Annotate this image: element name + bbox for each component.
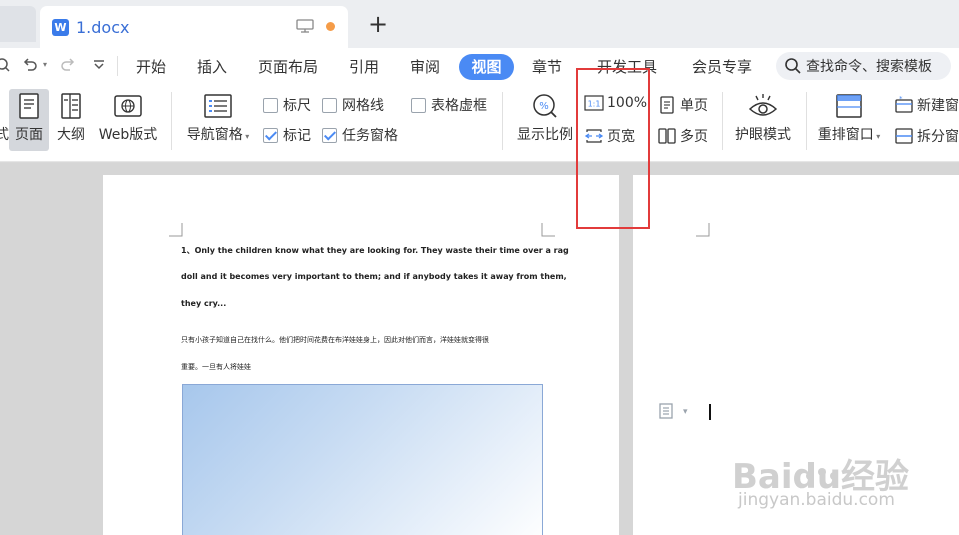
highlight-annotation [576, 68, 650, 229]
menu-divider [117, 56, 118, 76]
unsaved-dot-icon [326, 22, 335, 31]
multi-page-button[interactable]: 多页 [658, 126, 708, 146]
table-gridlines-checkbox[interactable]: 表格虚框 [411, 95, 487, 115]
gridlines-checkbox[interactable]: 网格线 [322, 95, 384, 115]
gridlines-label: 网格线 [342, 98, 384, 114]
read-mode-label: 式 [0, 127, 9, 143]
menu-sections[interactable]: 章节 [527, 54, 567, 80]
web-layout-icon [114, 95, 142, 117]
outline-icon [61, 93, 81, 119]
task-pane-checkbox-box[interactable] [322, 127, 337, 143]
marks-checkbox-box[interactable] [263, 127, 278, 143]
new-window-icon: * [895, 96, 913, 113]
new-tab-button[interactable]: + [366, 10, 390, 38]
menu-view[interactable]: 视图 [459, 54, 514, 80]
navigation-pane-icon [204, 94, 232, 118]
single-page-icon [660, 96, 674, 114]
ribbon-divider [502, 92, 503, 150]
margin-corner-mark [169, 223, 183, 237]
paragraph-english-line: 1、Only the children know what they are l… [181, 246, 569, 255]
new-window-label: 新建窗 [917, 98, 959, 114]
ruler-checkbox[interactable]: 标尺 [263, 95, 311, 115]
undo-icon[interactable] [22, 57, 38, 73]
split-window-label: 拆分窗 [917, 129, 959, 145]
zoom-label: 显示比例 [517, 127, 573, 143]
menu-insert[interactable]: 插入 [192, 54, 232, 80]
new-window-button[interactable]: * 新建窗 [894, 95, 959, 115]
view-ribbon: 式 页面 大纲 Web版式 导航窗格 ▾ 标尺 网格线 表格虚框 标记 任务窗格… [0, 84, 959, 162]
split-window-icon [895, 128, 913, 144]
eye-protection-button[interactable]: 护眼模式 [730, 92, 796, 144]
tab-bar: W 1.docx + [0, 0, 959, 48]
ruler-checkbox-box[interactable] [263, 97, 278, 113]
table-gridlines-label: 表格虚框 [431, 98, 487, 114]
search-icon [785, 58, 801, 74]
print-preview-icon[interactable] [0, 57, 10, 73]
document-tab-title: 1.docx [76, 17, 130, 37]
paragraph-format-icon[interactable] [658, 402, 676, 420]
split-window-button[interactable]: 拆分窗 [894, 126, 959, 146]
navigation-pane-button[interactable]: 导航窗格 ▾ [181, 92, 255, 144]
margin-corner-mark [541, 223, 555, 237]
single-page-label: 单页 [680, 98, 708, 114]
ribbon-divider [806, 92, 807, 150]
single-page-button[interactable]: 单页 [658, 95, 708, 115]
document-page-1[interactable]: 1、Only the children know what they are l… [103, 175, 619, 535]
text-cursor [709, 404, 711, 420]
marks-label: 标记 [283, 128, 311, 144]
page-view-label: 页面 [15, 127, 43, 143]
multi-page-icon [658, 128, 676, 144]
zoom-button[interactable]: % 显示比例 [513, 92, 577, 144]
svg-text:*: * [899, 96, 903, 103]
multi-page-label: 多页 [680, 129, 708, 145]
document-image[interactable] [182, 384, 543, 535]
ribbon-divider [722, 92, 723, 150]
watermark-url: jingyan.baidu.com [738, 490, 895, 510]
redo-icon[interactable] [60, 57, 76, 73]
gridlines-checkbox-box[interactable] [322, 97, 337, 113]
eye-protection-label: 护眼模式 [735, 127, 791, 143]
paragraph-chinese-line: 重要。一旦有人将娃娃 [181, 363, 251, 371]
customize-toolbar-icon[interactable] [92, 59, 106, 71]
paragraph-english-line: they cry... [181, 299, 227, 308]
monitor-icon[interactable] [296, 19, 314, 33]
navigation-pane-label: 导航窗格 ▾ [186, 127, 250, 143]
wps-writer-icon: W [52, 18, 69, 36]
rearrange-windows-icon [836, 94, 862, 118]
rearrange-windows-label: 重排窗口 ▾ [817, 127, 881, 143]
command-search-input[interactable]: 查找命令、搜索模板 [776, 52, 951, 80]
ribbon-divider [171, 92, 172, 150]
web-layout-button[interactable]: Web版式 [95, 92, 161, 144]
paragraph-dropdown-icon[interactable]: ▾ [683, 407, 688, 417]
rearrange-windows-button[interactable]: 重排窗口 ▾ [812, 92, 886, 144]
web-layout-label: Web版式 [98, 127, 158, 143]
menu-review[interactable]: 审阅 [405, 54, 445, 80]
page-view-button[interactable]: 页面 [9, 89, 49, 151]
menu-home[interactable]: 开始 [131, 54, 171, 80]
eye-icon [748, 94, 778, 116]
search-placeholder: 查找命令、搜索模板 [806, 59, 932, 75]
zoom-icon: % [533, 94, 557, 118]
menu-references[interactable]: 引用 [344, 54, 384, 80]
document-tab[interactable]: W 1.docx [40, 6, 348, 48]
ruler-label: 标尺 [283, 98, 311, 114]
outline-view-button[interactable]: 大纲 [54, 92, 88, 144]
margin-corner-mark [696, 223, 710, 237]
previous-tab[interactable] [0, 6, 36, 42]
svg-text:%: % [539, 101, 549, 112]
paragraph-chinese-line: 只有小孩子知道自己在找什么。他们把时间花费在布洋娃娃身上，因此对他们而言，洋娃娃… [181, 336, 489, 344]
paragraph-english-line: doll and it becomes very important to th… [181, 272, 567, 281]
table-gridlines-checkbox-box[interactable] [411, 97, 426, 113]
menu-bar: ▾ 开始 插入 页面布局 引用 审阅 视图 章节 开发工具 会员专享 查找命令、… [0, 48, 959, 84]
page-view-icon [19, 93, 39, 119]
undo-dropdown-icon[interactable]: ▾ [43, 60, 47, 69]
outline-view-label: 大纲 [57, 127, 85, 143]
task-pane-checkbox[interactable]: 任务窗格 [322, 125, 398, 145]
marks-checkbox[interactable]: 标记 [263, 125, 311, 145]
menu-member[interactable]: 会员专享 [686, 54, 758, 80]
task-pane-label: 任务窗格 [342, 128, 398, 144]
menu-page-layout[interactable]: 页面布局 [252, 54, 324, 80]
